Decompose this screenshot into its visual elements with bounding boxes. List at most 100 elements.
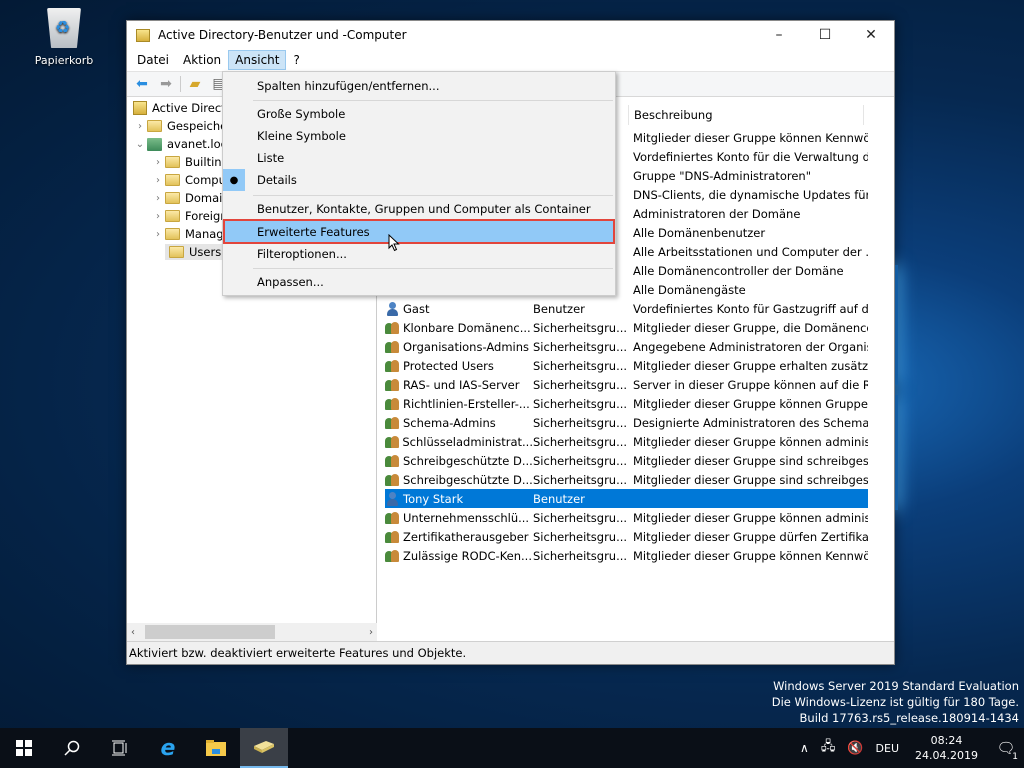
user-icon [385, 491, 400, 506]
list-row-partial[interactable]: Vordefiniertes Konto für die Verwaltung … [633, 147, 873, 166]
column-header-description[interactable]: Beschreibung [629, 105, 864, 125]
chevron-down-icon[interactable]: ⌄ [133, 139, 147, 150]
list-row-partial[interactable]: Alle Arbeitsstationen und Computer der .… [633, 242, 873, 261]
name-text: Organisations-Admins [403, 339, 530, 354]
list-row-partial[interactable]: Alle Domänenbenutzer [633, 223, 873, 242]
arrow-left-icon: ⬅ [136, 76, 148, 92]
chevron-right-icon[interactable]: › [133, 121, 147, 132]
list-row-partial[interactable]: Gruppe "DNS-Administratoren" [633, 166, 873, 185]
window-title: Active Directory-Benutzer und -Computer [158, 28, 407, 42]
list-row-partial[interactable]: Mitglieder dieser Gruppe können Kennwö..… [633, 128, 873, 147]
clock[interactable]: 08:24 24.04.2019 [915, 733, 978, 763]
start-button[interactable] [0, 728, 48, 768]
cell-description: Vordefiniertes Konto für die Verwaltung … [633, 149, 868, 164]
action-center-button[interactable]: 🗨 1 [988, 728, 1024, 768]
menu-item-label: Spalten hinzufügen/entfernen... [257, 79, 440, 93]
cell-description: Designierte Administratoren des Schemas [633, 415, 868, 430]
recycle-bin[interactable]: Papierkorb [28, 8, 100, 67]
recycle-bin-label: Papierkorb [34, 54, 94, 67]
chevron-right-icon[interactable]: › [151, 229, 165, 240]
up-folder-button[interactable]: ▰ [185, 75, 205, 93]
domain-icon [147, 137, 162, 151]
tree-label: Builtin [185, 155, 222, 169]
menu-item-users-as-containers[interactable]: Benutzer, Kontakte, Gruppen und Computer… [223, 198, 615, 220]
taskbar-aduc[interactable] [240, 728, 288, 768]
task-view-button[interactable] [96, 728, 144, 768]
chevron-right-icon[interactable]: › [151, 193, 165, 204]
menu-item-customize[interactable]: Anpassen... [223, 271, 615, 293]
list-row-partial[interactable]: Administratoren der Domäne [633, 204, 873, 223]
back-button[interactable]: ⬅ [132, 75, 152, 93]
list-row[interactable]: Schema-Admins Sicherheitsgru... Designiert… [385, 413, 868, 432]
list-row[interactable]: Klonbare Domänenc... Sicherheitsgru... Mit… [385, 318, 868, 337]
list-row[interactable]: Zertifikatherausgeber Sicherheitsgru... Mi… [385, 527, 868, 546]
name-text: Zulässige RODC-Ken... [403, 548, 532, 563]
name-text: Gast [403, 301, 430, 316]
list-row[interactable]: Gast Benutzer Vordefiniertes Konto für Gas… [385, 299, 868, 318]
scrollbar-thumb[interactable] [145, 625, 275, 639]
scroll-right-icon[interactable]: › [369, 627, 373, 638]
list-row[interactable]: Unternehmensschlü... Sicherheitsgru... Mit… [385, 508, 868, 527]
list-row-partial[interactable]: Alle Domänengäste [633, 280, 873, 299]
list-row[interactable]: Organisations-Admins Sicherheitsgru... Ang… [385, 337, 868, 356]
folder-icon [165, 156, 180, 168]
list-row[interactable]: Tony Stark Benutzer [385, 489, 868, 508]
list-row[interactable]: Protected Users Sicherheitsgru... Mitglied… [385, 356, 868, 375]
list-row[interactable]: Richtlinien-Ersteller-... Sicherheitsgru.… [385, 394, 868, 413]
menu-aktion[interactable]: Aktion [176, 50, 228, 70]
search-button[interactable] [48, 728, 96, 768]
cell-name: Schreibgeschützte D... [385, 454, 533, 468]
scroll-left-icon[interactable]: ‹ [131, 627, 135, 638]
list-row-partial[interactable]: DNS-Clients, die dynamische Updates für … [633, 185, 873, 204]
list-row[interactable]: Schlüsseladministrat... Sicherheitsgru...… [385, 432, 868, 451]
menu-help[interactable]: ? [286, 50, 306, 70]
menu-item-small-icons[interactable]: Kleine Symbole [223, 125, 615, 147]
network-warning-icon[interactable]: 🖧 [815, 737, 842, 759]
language-indicator[interactable]: DEU [870, 742, 905, 755]
list-row[interactable]: RAS- und IAS-Server Sicherheitsgru... Serv… [385, 375, 868, 394]
menu-item-label: Kleine Symbole [257, 129, 346, 143]
watermark-line: Windows Server 2019 Standard Evaluation [773, 679, 1019, 693]
menu-item-label: Filteroptionen... [257, 247, 347, 261]
chevron-right-icon[interactable]: › [151, 211, 165, 222]
taskbar-file-explorer[interactable] [192, 728, 240, 768]
menu-item-filter-options[interactable]: Filteroptionen... [223, 243, 615, 265]
title-bar[interactable]: Active Directory-Benutzer und -Computer … [127, 21, 894, 49]
volume-muted-icon[interactable]: 🔇 [841, 741, 869, 756]
cell-type: Sicherheitsgru... [533, 529, 628, 544]
list-row[interactable]: Zulässige RODC-Ken... Sicherheitsgru... Mi… [385, 546, 868, 565]
maximize-button[interactable]: ☐ [802, 21, 848, 49]
list-row-partial[interactable]: Alle Domänencontroller der Domäne [633, 261, 873, 280]
list-row[interactable]: Schreibgeschützte D... Sicherheitsgru... M… [385, 451, 868, 470]
menu-item-details[interactable]: ● Details [223, 169, 615, 191]
menu-item-advanced-features[interactable]: Erweiterte Features [223, 219, 615, 244]
windows-logo-glow [880, 200, 1024, 540]
menu-item-list[interactable]: Liste [223, 147, 615, 169]
taskbar-internet-explorer[interactable]: e [144, 728, 192, 768]
view-menu: Spalten hinzufügen/entfernen... Große Sy… [222, 71, 616, 296]
group-icon [385, 511, 400, 525]
system-tray: ∧ 🖧 🔇 DEU 08:24 24.04.2019 🗨 1 [794, 728, 1024, 768]
close-button[interactable]: ✕ [848, 21, 894, 49]
cell-name: Tony Stark [385, 491, 533, 506]
radio-bullet-icon: ● [223, 169, 245, 191]
tree-horizontal-scrollbar[interactable]: ‹ › [127, 623, 377, 641]
menu-datei[interactable]: Datei [130, 50, 176, 70]
forward-button[interactable]: ➡ [156, 75, 176, 93]
menu-ansicht[interactable]: Ansicht [228, 50, 287, 70]
list-row[interactable]: Schreibgeschützte D... Sicherheitsgru... M… [385, 470, 868, 489]
cell-description: Alle Domänenbenutzer [633, 225, 766, 240]
chevron-right-icon[interactable]: › [151, 175, 165, 186]
menu-item-add-remove-columns[interactable]: Spalten hinzufügen/entfernen... [223, 75, 615, 97]
taskbar: e ∧ 🖧 🔇 DEU 08:24 24.04.2019 🗨 1 [0, 728, 1024, 768]
chevron-right-icon[interactable]: › [151, 157, 165, 168]
recycle-bin-icon [47, 8, 81, 48]
app-icon [136, 28, 150, 42]
cell-description: Alle Arbeitsstationen und Computer der .… [633, 244, 868, 259]
cell-description: Mitglieder dieser Gruppe dürfen Zertifik… [633, 529, 868, 544]
show-hidden-icons-button[interactable]: ∧ [794, 741, 815, 755]
minimize-button[interactable]: – [756, 21, 802, 49]
watermark-line: Die Windows-Lizenz ist gültig für 180 Ta… [771, 695, 1019, 709]
menu-item-large-icons[interactable]: Große Symbole [223, 103, 615, 125]
cell-name: Schreibgeschützte D... [385, 473, 533, 487]
